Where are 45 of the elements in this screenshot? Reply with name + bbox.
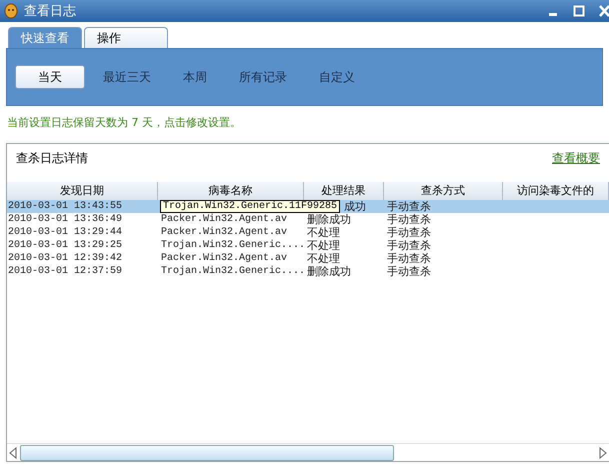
- table-cell-text: 手动查杀: [386, 265, 432, 278]
- scroll-thumb[interactable]: [20, 444, 394, 460]
- table-cell-text: Packer.Win32.Agent.av: [160, 213, 288, 226]
- table-cell-text: 手动查杀: [386, 252, 432, 265]
- table-cell-text: 手动查杀: [386, 200, 432, 213]
- close-icon[interactable]: [599, 5, 609, 17]
- table-cell-text: 2010-03-01 12:39:42: [7, 252, 124, 265]
- filter-button[interactable]: 最近三天: [89, 66, 165, 88]
- filter-button[interactable]: 自定义: [305, 66, 369, 88]
- tab[interactable]: 操作: [84, 27, 168, 48]
- table-cell-text: 手动查杀: [386, 239, 432, 252]
- table-cell-text: 不处理: [306, 239, 341, 252]
- table-cell-text: 2010-03-01 13:29:25: [7, 239, 124, 252]
- table-cell-text: 不处理: [306, 226, 341, 239]
- table-row[interactable]: 2010-03-01 12:37:59 Trojan.Win32.Generic.... 删除成功 手动查杀: [7, 265, 609, 278]
- tooltip: Trojan.Win32.Generic.11F99285: [160, 200, 340, 213]
- section-title: 查杀日志详情: [16, 150, 88, 167]
- retention-notice[interactable]: 当前设置日志保留天数为 7 天，点击修改设置。: [0, 106, 609, 132]
- table-cell-text: 手动查杀: [386, 213, 432, 226]
- table-cell-text: Trojan.Win32.Generic....: [160, 265, 304, 278]
- window-title: 查看日志: [24, 3, 77, 20]
- filter-button[interactable]: 所有记录: [225, 66, 301, 88]
- table-cell-text: 删除成功: [306, 213, 352, 226]
- summary-link[interactable]: 查看概要: [552, 150, 600, 182]
- app-icon: [4, 3, 18, 19]
- table-cell-text: Trojan.Win32.Generic....: [160, 239, 304, 252]
- table-cell-text: 不处理: [306, 252, 341, 265]
- filter-button[interactable]: 本周: [169, 66, 221, 88]
- table-cell-text: 2010-03-01 13:29:44: [7, 226, 124, 239]
- right-arrow-icon[interactable]: [599, 446, 607, 458]
- table-row[interactable]: 2010-03-01 13:36:49 Packer.Win32.Agent.av 删除成功 手动查杀: [7, 213, 609, 226]
- table-cell-text: Packer.Win32.Agent.av: [160, 252, 288, 265]
- table-cell-text: Packer.Win32.Agent.av: [160, 226, 288, 239]
- table-cell-text: 手动查杀: [386, 226, 432, 239]
- left-arrow-icon[interactable]: [9, 446, 17, 458]
- table-cell-text: 2010-03-01 12:37:59: [7, 265, 124, 278]
- table-cell-text: 2010-03-01 13:43:55: [7, 200, 124, 213]
- table-row[interactable]: 2010-03-01 13:29:25 Trojan.Win32.Generic.... 不处理 手动查杀: [7, 239, 609, 252]
- table-row[interactable]: 2010-03-01 13:29:44 Packer.Win32.Agent.av 不处理 手动查杀: [7, 226, 609, 239]
- table-cell-text: 2010-03-01 13:36:49: [7, 213, 124, 226]
- filter-button[interactable]: 当天: [15, 65, 85, 89]
- table-cell-text: 删除成功: [306, 265, 352, 278]
- table-row[interactable]: 2010-03-01 12:39:42 Packer.Win32.Agent.av 不处理 手动查杀: [7, 252, 609, 265]
- horizontal-scrollbar[interactable]: [7, 443, 609, 461]
- maximize-icon[interactable]: [573, 5, 585, 17]
